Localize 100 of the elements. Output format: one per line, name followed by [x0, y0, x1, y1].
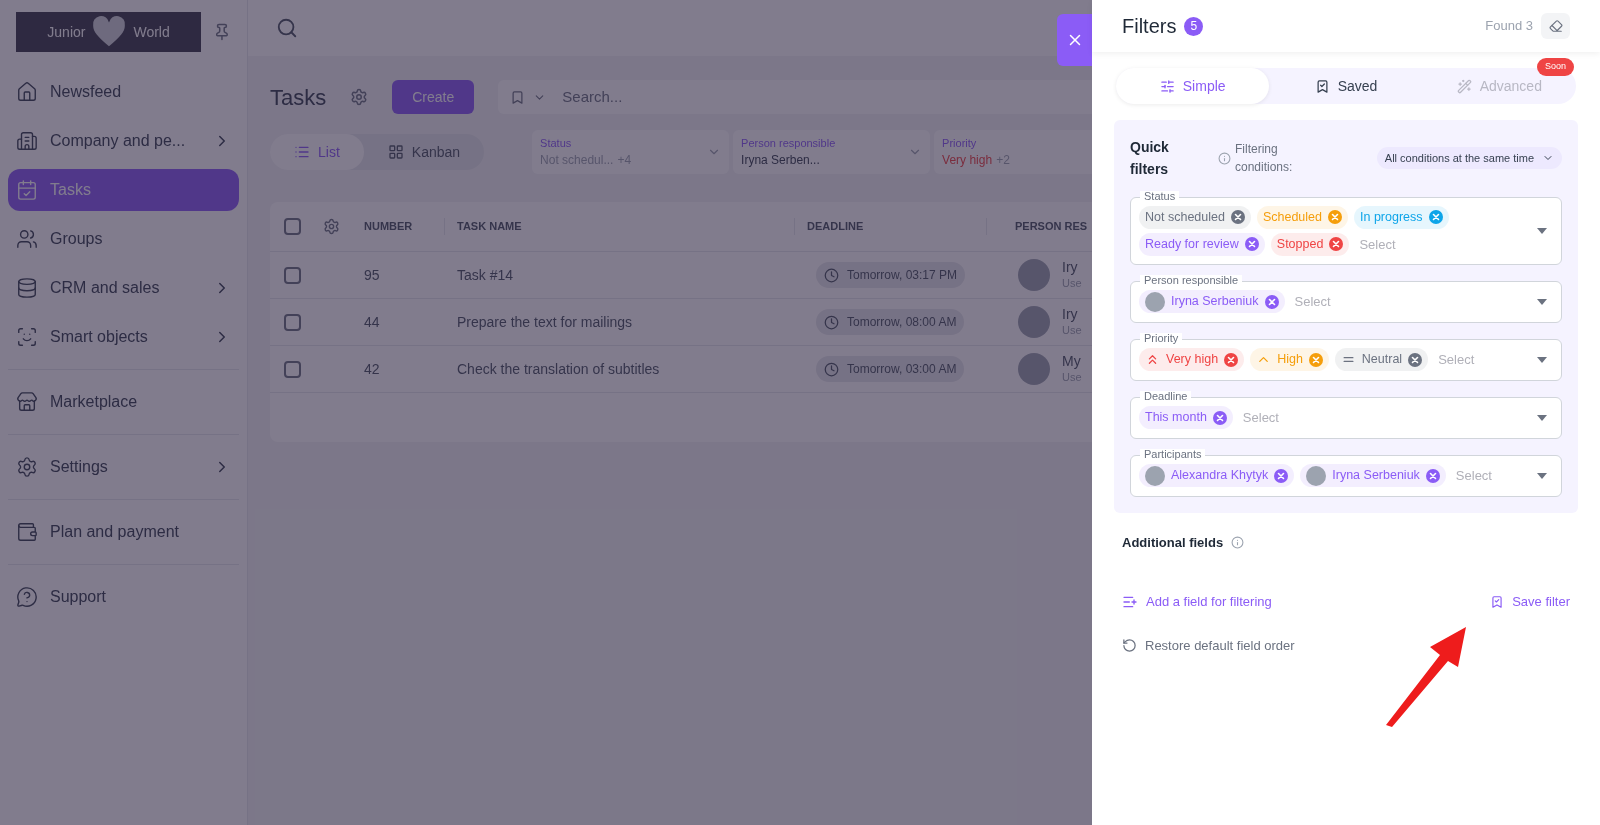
filter-tag: This month [1139, 406, 1233, 430]
avatar [1306, 465, 1327, 486]
pin-icon[interactable] [213, 23, 231, 41]
remove-icon[interactable] [1212, 410, 1227, 425]
remove-icon[interactable] [1308, 352, 1323, 367]
sidebar-item[interactable]: Smart objects [8, 316, 239, 358]
logo-text: World [133, 23, 170, 42]
eraser-icon [1548, 19, 1563, 33]
people-icon [16, 228, 38, 250]
filter-tag: In progress [1354, 205, 1449, 229]
save-filter-link[interactable]: Save filter [1490, 592, 1570, 612]
column-header: TASK NAME [444, 218, 794, 235]
restore-icon [1122, 638, 1137, 654]
table-cell-text: 42 [364, 359, 381, 379]
settings-icon [16, 456, 38, 478]
remove-icon[interactable] [1428, 210, 1443, 225]
restore-order-link[interactable]: Restore default field order [1122, 635, 1295, 656]
bookmark-icon [1490, 595, 1505, 610]
remove-icon[interactable] [1264, 294, 1279, 309]
house-icon [16, 81, 38, 103]
filter-tab[interactable]: Saved [1269, 68, 1423, 104]
remove-icon[interactable] [1328, 210, 1342, 225]
select-placeholder: Select [1241, 409, 1280, 428]
filter-tab[interactable]: Simple [1116, 68, 1270, 104]
person-name: Iry [1062, 259, 1079, 277]
remove-icon[interactable] [1425, 468, 1440, 483]
soon-badge: Soon [1536, 58, 1574, 76]
filter-value: Iryna Serben... [741, 152, 820, 170]
info-icon [1218, 151, 1231, 165]
checkbox[interactable] [284, 266, 301, 284]
checkbox[interactable] [284, 218, 301, 235]
select-placeholder: Select [1358, 235, 1397, 254]
sidebar-item[interactable]: Support [8, 576, 239, 618]
checkbox[interactable] [284, 360, 301, 378]
clock-icon [824, 361, 839, 377]
dropdown-arrow-icon [1537, 356, 1547, 363]
filter-tag: Neutral [1334, 348, 1429, 372]
person-name: Iry [1062, 306, 1079, 324]
info-icon [1231, 536, 1245, 550]
avatar [1018, 259, 1050, 291]
list-icon [294, 144, 310, 160]
filter-tag: Alexandra Khytyk [1139, 464, 1295, 488]
remove-icon[interactable] [1274, 468, 1289, 483]
sliders-icon [1159, 78, 1175, 94]
view-tab[interactable]: List [270, 134, 364, 170]
conditions-dropdown[interactable]: All conditions at the same time [1376, 147, 1562, 170]
remove-icon[interactable] [1230, 210, 1245, 225]
panel-title: Filters [1122, 14, 1177, 39]
sidebar-item[interactable]: Settings [8, 446, 239, 488]
bookmark-icon [510, 89, 526, 105]
deadline-chip: Tomorrow, 03:00 AM [816, 356, 965, 382]
remove-icon[interactable] [1329, 237, 1344, 252]
field-label: Priority [1140, 332, 1183, 344]
logo-text: Junior [47, 23, 86, 42]
clock-icon [824, 267, 839, 283]
settings-icon[interactable] [350, 88, 369, 106]
clock-icon [824, 314, 839, 330]
dropdown-arrow-icon [1537, 298, 1547, 305]
filter-tag: Iryna Serbeniuk [1300, 464, 1446, 488]
person-name: My [1062, 353, 1082, 371]
view-tab[interactable]: Kanban [363, 134, 485, 170]
building-icon [16, 130, 38, 152]
sidebar-item[interactable]: CRM and sales [8, 267, 239, 309]
remove-icon[interactable] [1408, 352, 1423, 367]
table-cell-text: 44 [364, 312, 381, 332]
remove-icon[interactable] [1244, 237, 1259, 252]
dropdown-arrow-icon [1537, 414, 1547, 421]
filter-dropdown[interactable]: Person responsible Iryna Serben... [733, 130, 931, 174]
sidebar-item[interactable]: Company and pe... [8, 120, 239, 162]
filter-value: Very high [942, 152, 993, 170]
table-cell-text: 95 [364, 265, 381, 285]
sidebar-item[interactable]: Newsfeed [8, 71, 239, 113]
remove-icon[interactable] [1224, 352, 1239, 367]
deadline-chip: Tomorrow, 08:00 AM [816, 309, 965, 335]
table-cell-text: Prepare the text for mailings [456, 312, 634, 332]
create-button[interactable]: Create [392, 80, 475, 114]
filter-tag: High [1250, 348, 1329, 372]
sidebar-item[interactable]: Marketplace [8, 381, 239, 423]
calendar-icon [16, 179, 38, 201]
filter-tag: Iryna Serbeniuk [1139, 290, 1285, 314]
conditions-label: Filtering conditions: [1235, 141, 1294, 177]
store-icon [16, 391, 38, 413]
table-cell-text: Task #14 [456, 265, 515, 285]
settings-icon[interactable] [323, 218, 340, 235]
checkbox[interactable] [284, 313, 301, 331]
filter-tag: Ready for review [1139, 232, 1265, 256]
search-icon[interactable] [276, 17, 298, 39]
sidebar-item[interactable]: Tasks [8, 169, 239, 211]
sidebar-item[interactable]: Plan and payment [8, 511, 239, 553]
column-header: PERSON RES [986, 218, 1088, 235]
field-label: Status [1140, 190, 1180, 202]
clear-button[interactable] [1541, 13, 1570, 39]
grid-icon [387, 144, 404, 160]
close-button[interactable] [1057, 14, 1092, 66]
select-placeholder: Select [1293, 293, 1332, 312]
sidebar-item[interactable]: Groups [8, 218, 239, 260]
section-title: Quick filters [1130, 138, 1170, 180]
database-icon [16, 277, 38, 299]
avatar [1145, 291, 1165, 312]
add-field-link[interactable]: Add a field for filtering [1122, 592, 1272, 612]
